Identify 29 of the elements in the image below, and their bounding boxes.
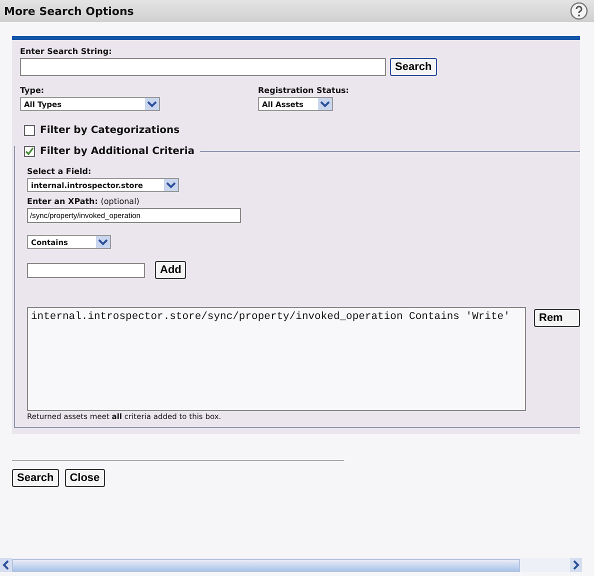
optional-hint: (optional) <box>100 197 140 206</box>
registration-status-label: Registration Status: <box>258 86 350 95</box>
checkbox-label: Filter by Additional Criteria <box>40 146 195 157</box>
dialog-button[interactable]: Search <box>12 469 59 487</box>
checkbox[interactable] <box>24 146 35 157</box>
search-button[interactable]: Search <box>390 58 437 76</box>
add-button[interactable]: Add <box>155 261 186 279</box>
xpath-label: Enter an XPath: <box>27 197 98 206</box>
window-title: More Search Options <box>4 4 134 18</box>
value-field[interactable] <box>27 262 145 278</box>
dropdown-arrow-icon <box>96 236 110 248</box>
scroll-left-icon[interactable] <box>0 558 12 572</box>
remove-button[interactable]: Rem <box>534 309 580 327</box>
dropdown-arrow-icon <box>145 98 159 110</box>
dropdown-arrow-icon <box>164 179 178 191</box>
type-label: Type: <box>20 86 46 95</box>
horizontal-scrollbar[interactable] <box>0 558 582 572</box>
criteria-list[interactable]: internal.introspector.store/sync/property/invoked_operation Contains 'Write' <box>27 307 526 411</box>
scroll-right-icon[interactable] <box>570 558 582 572</box>
help-icon[interactable] <box>570 2 588 20</box>
checkbox[interactable] <box>24 125 35 136</box>
search-field[interactable] <box>20 58 386 76</box>
field-label: Select a Field: <box>27 167 92 176</box>
scrollbar-thumb[interactable] <box>12 558 520 572</box>
checkbox-label: Filter by Categorizations <box>40 125 180 136</box>
dialog-button[interactable]: Close <box>64 469 105 487</box>
search-label: Enter Search String: <box>20 47 113 56</box>
dropdown-arrow-icon <box>318 98 332 110</box>
criteria-entry[interactable]: internal.introspector.store/sync/property/invoked_operation Contains 'Write' <box>31 311 522 323</box>
